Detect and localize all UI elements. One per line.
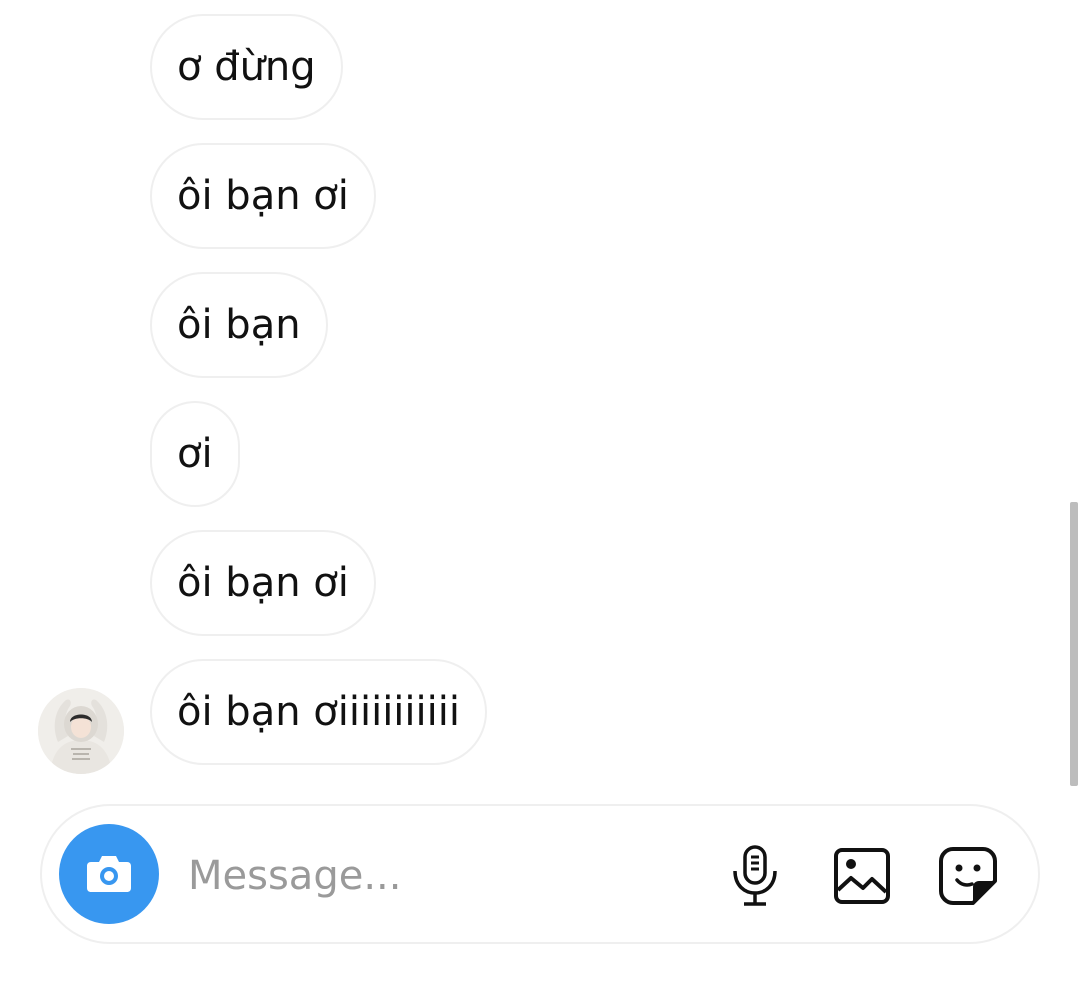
message-bubble[interactable]: ơi — [150, 401, 240, 507]
message-bubble[interactable]: ôi bạn ơiiiiiiiiiii — [150, 659, 487, 765]
image-icon — [834, 848, 890, 904]
message-text: ơ đừng — [177, 44, 316, 90]
message-composer — [40, 804, 1040, 944]
avatar-image — [38, 688, 124, 774]
message-text: ôi bạn ơi — [177, 173, 349, 219]
message-text: ôi bạn ơiiiiiiiiiii — [177, 689, 460, 735]
camera-button[interactable] — [59, 824, 159, 924]
gallery-button[interactable] — [828, 842, 896, 910]
camera-icon — [87, 856, 131, 892]
microphone-icon — [733, 845, 777, 906]
message-input[interactable] — [188, 844, 688, 908]
message-text: ôi bạn — [177, 302, 301, 348]
message-bubble[interactable]: ôi bạn — [150, 272, 328, 378]
chat-screen: ơ đừng ôi bạn ơi ôi bạn ơi ôi bạn ơi ôi … — [0, 0, 1079, 982]
message-bubble[interactable]: ôi bạn ơi — [150, 530, 376, 636]
message-bubble[interactable]: ơ đừng — [150, 14, 343, 120]
message-text: ôi bạn ơi — [177, 560, 349, 606]
scrollbar[interactable] — [1070, 502, 1078, 786]
sticker-icon — [939, 847, 997, 905]
message-text: ơi — [177, 431, 213, 477]
message-bubble[interactable]: ôi bạn ơi — [150, 143, 376, 249]
sticker-button[interactable] — [934, 842, 1002, 910]
microphone-button[interactable] — [721, 842, 789, 910]
sender-avatar[interactable] — [38, 688, 124, 774]
